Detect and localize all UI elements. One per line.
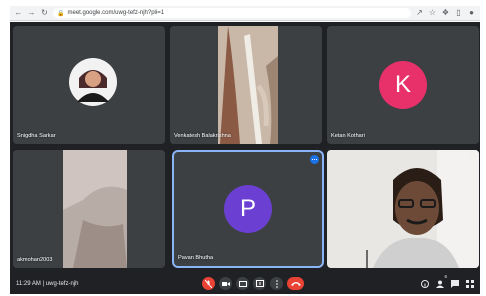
captions-icon bbox=[238, 280, 247, 287]
url-text: meet.google.com/uwg-tefz-njh?pli=1 bbox=[67, 10, 165, 16]
participant-name: Venkatesh Balakrishna bbox=[174, 133, 231, 139]
more-options-icon[interactable] bbox=[310, 155, 319, 164]
avatar: K bbox=[379, 61, 427, 109]
star-icon[interactable]: ☆ bbox=[428, 8, 437, 19]
activities-icon bbox=[465, 279, 474, 288]
browser-toolbar: ← → ↻ 🔒 meet.google.com/uwg-tefz-njh?pli… bbox=[10, 6, 480, 21]
leave-call-button[interactable] bbox=[287, 277, 304, 290]
captions-button[interactable] bbox=[236, 277, 249, 290]
participant-name: akmohan2003 bbox=[17, 257, 53, 263]
present-button[interactable] bbox=[253, 277, 266, 290]
meeting-time-and-code: 11:29 AM | uwg-tefz-njh bbox=[16, 281, 79, 287]
present-icon bbox=[255, 280, 264, 287]
lock-icon: 🔒 bbox=[57, 10, 65, 17]
side-tools: 6 bbox=[420, 274, 474, 289]
meeting-controls bbox=[202, 277, 304, 290]
info-icon bbox=[420, 279, 429, 288]
people-icon bbox=[435, 280, 444, 288]
participant-video bbox=[170, 26, 322, 144]
chat-button[interactable] bbox=[450, 278, 459, 289]
address-bar[interactable]: 🔒 meet.google.com/uwg-tefz-njh?pli=1 bbox=[53, 8, 411, 18]
microphone-off-button[interactable] bbox=[202, 277, 215, 290]
info-button[interactable] bbox=[420, 278, 429, 289]
activities-button[interactable] bbox=[465, 278, 474, 289]
participant-tile-akmohan[interactable]: akmohan2003 bbox=[13, 150, 165, 268]
control-bar: 11:29 AM | uwg-tefz-njh 6 bbox=[10, 274, 480, 294]
tile-options-icon[interactable]: ⋮ bbox=[467, 154, 475, 163]
participant-tile-snigdha[interactable]: Snigdha Sarkar bbox=[13, 26, 165, 144]
participant-video bbox=[13, 150, 165, 268]
share-icon[interactable]: ↗ bbox=[415, 8, 424, 19]
participant-video bbox=[327, 150, 479, 268]
profile-icon[interactable]: ● bbox=[467, 8, 476, 19]
camera-button[interactable] bbox=[219, 277, 232, 290]
meet-grid: Snigdha Sarkar Venkatesh Balakrishna K K… bbox=[10, 22, 480, 294]
camera-icon bbox=[221, 281, 230, 286]
avatar: P bbox=[224, 185, 272, 233]
sidebar-icon[interactable]: ▯ bbox=[454, 8, 463, 19]
back-arrow-icon[interactable]: ← bbox=[14, 8, 23, 19]
participant-photo bbox=[69, 58, 117, 106]
more-vert-icon bbox=[275, 279, 278, 288]
reload-icon[interactable]: ↻ bbox=[40, 8, 49, 19]
participant-count: 6 bbox=[444, 274, 447, 279]
participant-tile-video[interactable]: ⋮ bbox=[327, 150, 479, 268]
chat-icon bbox=[450, 279, 459, 288]
extensions-icon[interactable]: ❖ bbox=[441, 8, 450, 19]
mic-off-icon bbox=[205, 279, 212, 288]
hangup-icon bbox=[290, 282, 301, 286]
participant-tile-pavan[interactable]: P Pavan Bhutha bbox=[174, 152, 322, 266]
participant-name: Snigdha Sarkar bbox=[17, 133, 56, 139]
participant-tile-ketan[interactable]: K Ketan Kothari bbox=[327, 26, 479, 144]
participant-name: Ketan Kothari bbox=[331, 133, 365, 139]
participants-button[interactable]: 6 bbox=[435, 274, 447, 289]
participant-name: Pavan Bhutha bbox=[178, 255, 214, 261]
forward-arrow-icon[interactable]: → bbox=[27, 8, 36, 19]
participant-tile-venkatesh[interactable]: Venkatesh Balakrishna bbox=[170, 26, 322, 144]
more-options-button[interactable] bbox=[270, 277, 283, 290]
